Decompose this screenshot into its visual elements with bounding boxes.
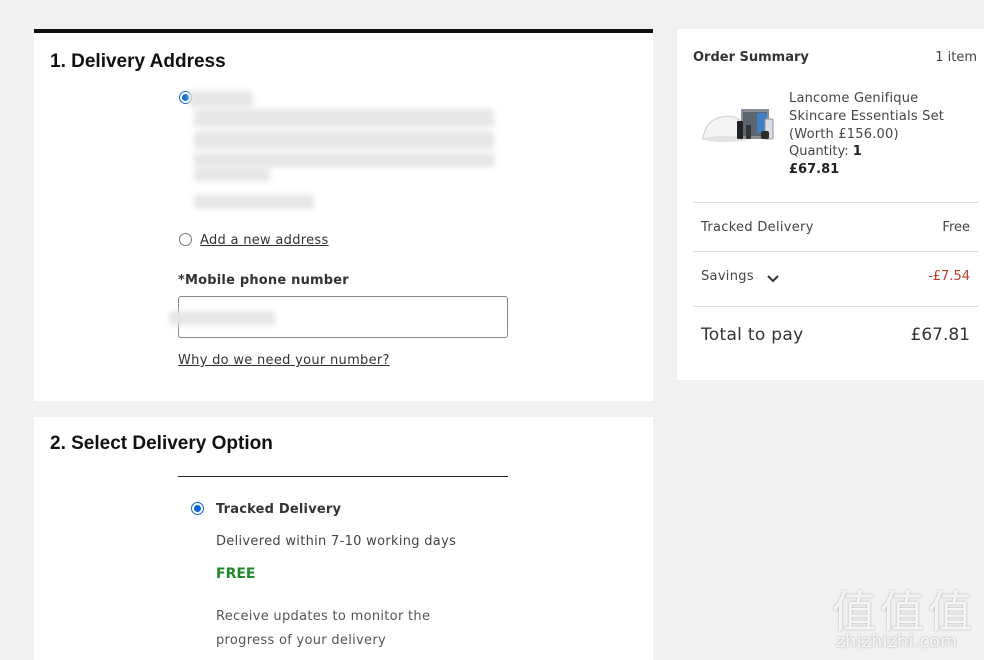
order-summary-panel: Order Summary 1 item Lancome Genifique S… [677, 29, 984, 380]
watermark-text: zhizhizhi.com [836, 632, 958, 652]
delivery-row-value: Free [942, 220, 970, 235]
why-need-number-link[interactable]: Why do we need your number? [178, 353, 390, 368]
delivery-option-panel: 2. Select Delivery Option Tracked Delive… [34, 417, 653, 660]
quantity-label: Quantity: [789, 144, 849, 159]
add-new-address-radio[interactable] [179, 233, 192, 246]
summary-divider [693, 306, 978, 307]
delivery-note: Receive updates to monitor the progress … [216, 609, 431, 648]
item-count: 1 item [935, 50, 977, 65]
phone-redacted [169, 311, 275, 325]
quantity-value: 1 [852, 144, 862, 159]
mobile-phone-input[interactable] [169, 296, 508, 338]
product-name[interactable]: Lancome Genifique Skincare Essentials Se… [789, 90, 969, 144]
watermark-glyph: 值 [880, 587, 924, 638]
total-label: Total to pay [701, 325, 804, 345]
delivery-row-label: Tracked Delivery [701, 220, 814, 235]
delivery-option-title: 2. Select Delivery Option [50, 433, 273, 454]
delivery-address-panel: 1. Delivery Address Add a new address *M… [34, 29, 653, 401]
summary-divider [693, 251, 978, 252]
watermark-glyph: 值 [832, 587, 876, 638]
total-value: £67.81 [910, 325, 970, 345]
product-quantity: Quantity: 1 [789, 144, 862, 159]
savings-value: -£7.54 [928, 269, 970, 284]
mobile-phone-label: *Mobile phone number [178, 273, 349, 288]
chevron-down-icon[interactable] [766, 274, 780, 284]
product-price: £67.81 [789, 162, 840, 177]
order-summary-title: Order Summary [693, 50, 809, 65]
add-new-address-link[interactable]: Add a new address [200, 233, 329, 248]
summary-divider [693, 202, 978, 203]
tracked-delivery-radio[interactable] [191, 502, 204, 515]
product-image [702, 109, 774, 142]
delivery-time-text: Delivered within 7-10 working days [216, 534, 457, 549]
site-watermark: 值 值 值 zhizhizhi.com [832, 576, 980, 656]
watermark-glyph: 值 [928, 587, 972, 638]
delivery-address-title: 1. Delivery Address [50, 51, 226, 72]
delivery-price: FREE [216, 566, 256, 582]
tracked-delivery-label[interactable]: Tracked Delivery [216, 502, 341, 517]
savings-toggle-label[interactable]: Savings [701, 269, 754, 284]
option-divider [178, 476, 508, 477]
